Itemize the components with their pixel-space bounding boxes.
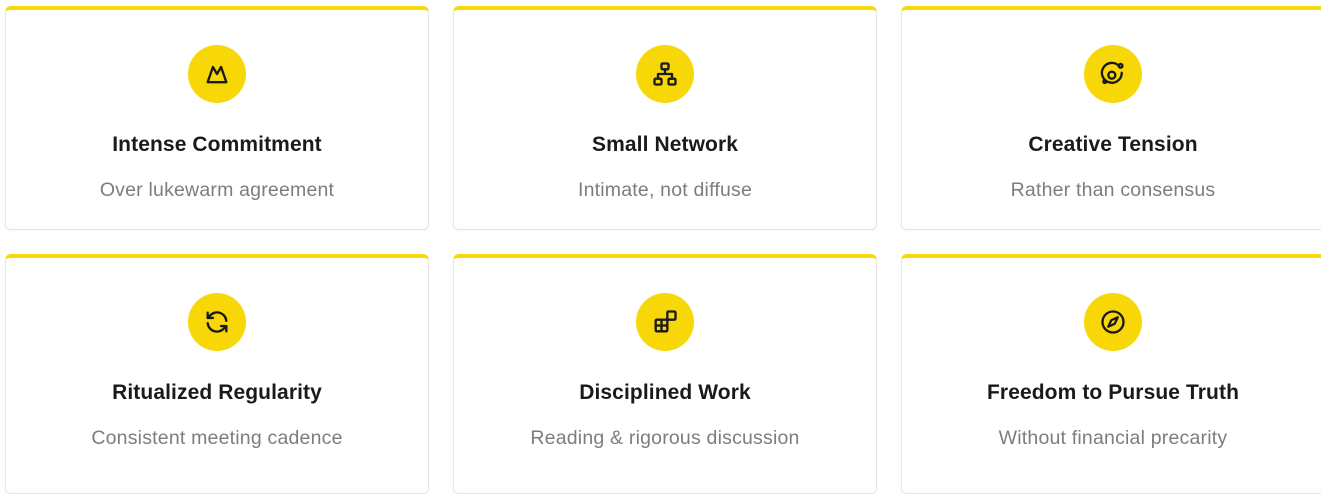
feature-card-small-network: Small Network Intimate, not diffuse bbox=[453, 6, 877, 230]
feature-card-creative-tension: Creative Tension Rather than consensus bbox=[901, 6, 1321, 230]
mountain-icon bbox=[188, 45, 246, 103]
card-title: Disciplined Work bbox=[579, 381, 751, 404]
card-subtitle: Intimate, not diffuse bbox=[577, 179, 753, 201]
feature-card-ritualized-regularity: Ritualized Regularity Consistent meeting… bbox=[5, 254, 429, 494]
card-subtitle: Consistent meeting cadence bbox=[91, 427, 343, 449]
card-title: Small Network bbox=[591, 133, 738, 156]
card-title: Intense Commitment bbox=[112, 133, 322, 156]
card-title: Freedom to Pursue Truth bbox=[987, 381, 1239, 404]
card-title: Ritualized Regularity bbox=[112, 381, 322, 404]
compass-icon bbox=[1084, 293, 1142, 351]
blocks-icon bbox=[636, 293, 694, 351]
card-title: Creative Tension bbox=[1028, 133, 1198, 156]
network-icon bbox=[636, 45, 694, 103]
card-subtitle: Without financial precarity bbox=[998, 427, 1228, 449]
feature-card-freedom-to-pursue-truth: Freedom to Pursue Truth Without financia… bbox=[901, 254, 1321, 494]
orbit-icon bbox=[1084, 45, 1142, 103]
card-subtitle: Reading & rigorous discussion bbox=[530, 427, 800, 449]
card-subtitle: Over lukewarm agreement bbox=[99, 179, 335, 201]
feature-card-disciplined-work: Disciplined Work Reading & rigorous disc… bbox=[453, 254, 877, 494]
card-subtitle: Rather than consensus bbox=[1010, 179, 1216, 201]
refresh-icon bbox=[188, 293, 246, 351]
feature-card-grid: Intense Commitment Over lukewarm agreeme… bbox=[5, 6, 1321, 494]
feature-card-intense-commitment: Intense Commitment Over lukewarm agreeme… bbox=[5, 6, 429, 230]
